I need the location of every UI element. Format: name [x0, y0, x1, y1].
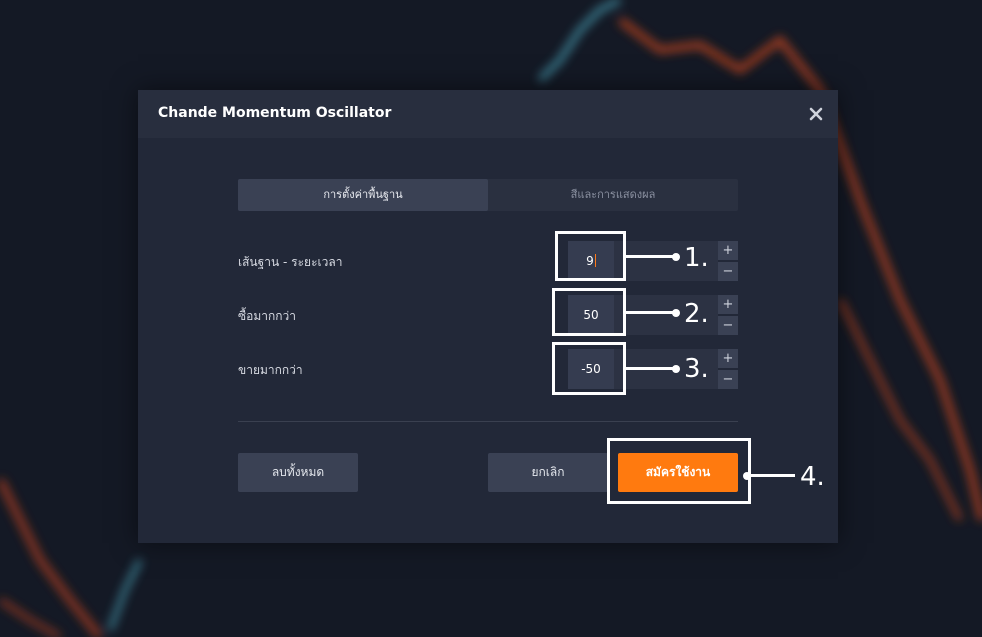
overbought-label: ซื้อมากกว่า [238, 309, 297, 323]
tab-colors-display[interactable]: สีและการแสดงผล [488, 179, 738, 211]
cancel-button[interactable]: ยกเลิก [488, 453, 608, 492]
annotation-line-1 [626, 255, 676, 258]
annotation-box-3 [552, 342, 626, 395]
annotation-line-2 [626, 311, 676, 314]
annotation-box-2 [552, 288, 626, 336]
reset-button[interactable]: ลบทั้งหมด [238, 453, 358, 492]
period-increment-button[interactable]: + [718, 241, 738, 260]
oversold-stepper: + − [718, 349, 738, 389]
annotation-dot-1 [672, 253, 680, 261]
period-stepper: + − [718, 241, 738, 281]
overbought-increment-button[interactable]: + [718, 295, 738, 314]
dialog-title: Chande Momentum Oscillator [158, 105, 392, 121]
annotation-dot-2 [672, 309, 680, 317]
annotation-line-3 [626, 367, 676, 370]
annotation-number-1: 1. [684, 243, 709, 273]
annotation-dot-3 [672, 365, 680, 373]
annotation-box-4 [607, 438, 751, 504]
settings-tabs: การตั้งค่าพื้นฐาน สีและการแสดงผล [238, 179, 738, 211]
oversold-decrement-button[interactable]: − [718, 370, 738, 389]
annotation-number-2: 2. [684, 299, 709, 329]
dialog-header: Chande Momentum Oscillator [138, 90, 838, 138]
oversold-increment-button[interactable]: + [718, 349, 738, 368]
annotation-line-4 [751, 474, 795, 477]
tab-basic-settings[interactable]: การตั้งค่าพื้นฐาน [238, 179, 488, 211]
period-label: เส้นฐาน - ระยะเวลา [238, 255, 343, 269]
overbought-stepper: + − [718, 295, 738, 335]
oversold-label: ขายมากกว่า [238, 363, 303, 377]
divider [238, 421, 738, 422]
overbought-decrement-button[interactable]: − [718, 316, 738, 335]
period-decrement-button[interactable]: − [718, 262, 738, 281]
annotation-number-3: 3. [684, 354, 709, 384]
annotation-dot-4 [743, 472, 751, 480]
annotation-box-1 [555, 231, 626, 281]
close-icon[interactable] [806, 104, 826, 124]
annotation-number-4: 4. [800, 462, 825, 492]
